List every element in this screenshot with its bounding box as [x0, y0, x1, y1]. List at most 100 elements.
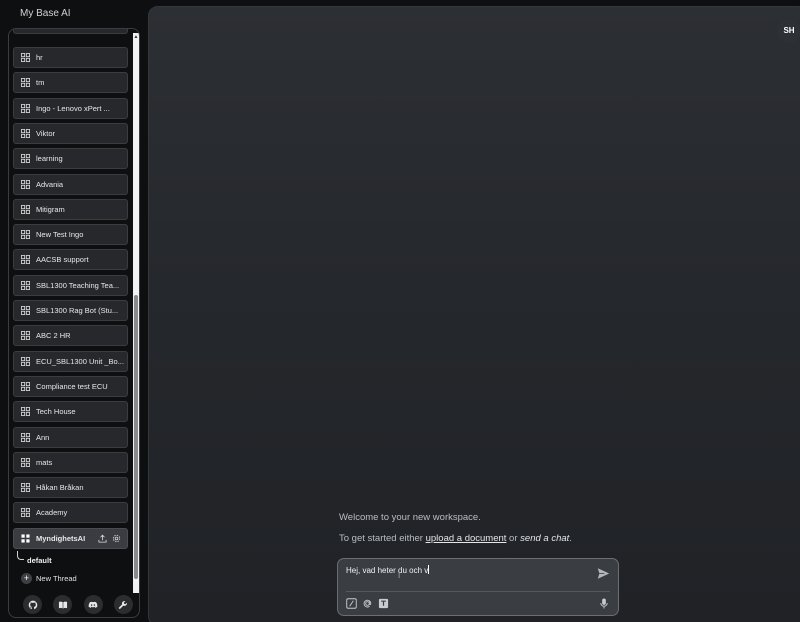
scroll-up-arrow-icon[interactable]: ▲ — [133, 33, 139, 41]
composer-divider — [346, 591, 610, 592]
workspace-label: Academy — [36, 508, 68, 518]
text-size-button[interactable] — [378, 598, 389, 609]
workspace-grid-icon — [21, 204, 30, 214]
workspace-item[interactable]: AACSB support — [13, 249, 128, 271]
workspace-item[interactable]: hr — [13, 47, 128, 68]
thread-item-default[interactable]: default — [27, 556, 52, 565]
workspace-item[interactable]: Viktor — [13, 122, 128, 144]
thread-branch-line — [17, 551, 24, 560]
sidebar-footer — [23, 595, 133, 614]
workspace-item-active[interactable]: MyndighetsAI — [13, 527, 128, 549]
workspace-label: Håkan Bråkan — [36, 483, 84, 493]
workspace-item[interactable]: learning — [13, 148, 128, 170]
workspace-item[interactable]: Compliance test ECU — [13, 375, 128, 397]
text-size-icon — [378, 598, 389, 609]
new-thread-label: New Thread — [36, 574, 77, 583]
plus-icon: + — [21, 573, 32, 584]
workspace-label: Compliance test ECU — [36, 381, 108, 391]
sidebar-scrollbar[interactable]: ▲ — [133, 33, 139, 593]
workspace-item[interactable]: ABC 2 HR — [13, 325, 128, 347]
workspace-grid-icon — [21, 78, 30, 88]
workspace-grid-icon — [21, 483, 30, 493]
workspace-label: mats — [36, 457, 53, 467]
get-started-message: To get started either upload a document … — [339, 533, 572, 544]
discord-button[interactable] — [83, 595, 103, 614]
workspace-grid-icon — [21, 356, 30, 366]
docs-button[interactable] — [53, 595, 73, 614]
at-mention-icon — [363, 599, 372, 608]
workspace-label: Advania — [36, 179, 64, 189]
workspace-grid-icon — [21, 128, 30, 138]
workspace-item[interactable]: Ann — [13, 426, 128, 448]
workspace-label: ECU_SBL1300 Unit _Bo... — [36, 356, 124, 366]
workspace-item[interactable]: Ingo - Lenovo xPert ... — [13, 97, 128, 119]
github-icon — [28, 600, 37, 609]
workspace-item[interactable]: Håkan Bråkan — [13, 477, 128, 499]
workspace-label: ABC 2 HR — [36, 331, 71, 341]
workspace-grid-icon — [21, 457, 30, 467]
prompt-input[interactable]: Hej, vad heter du och v — [346, 565, 430, 575]
upload-icon[interactable] — [98, 534, 107, 543]
send-icon[interactable] — [597, 567, 610, 580]
workspace-label: AACSB support — [36, 255, 89, 265]
workspace-grid-icon — [21, 179, 30, 189]
workspace-grid-icon — [21, 381, 30, 391]
workspace-label: SBL1300 Teaching Tea... — [36, 280, 120, 290]
workspace-item[interactable]: New Test Ingo — [13, 224, 128, 246]
period-text: . — [569, 533, 572, 544]
workspace-label: Tech House — [36, 407, 76, 417]
workspace-label: Viktor — [36, 128, 56, 138]
new-thread-button[interactable]: + New Thread — [21, 573, 77, 584]
workspace-item[interactable]: ECU_SBL1300 Unit _Bo... — [13, 350, 128, 372]
prompt-composer: Hej, vad heter du och v I — [337, 558, 619, 616]
discord-icon — [88, 601, 98, 608]
workspace-item[interactable]: SBL1300 Rag Bot (Stu... — [13, 300, 128, 321]
microphone-icon[interactable] — [599, 598, 609, 609]
at-mention-button[interactable] — [362, 598, 373, 609]
workspace-grid-icon — [21, 230, 30, 240]
workspace-item[interactable]: Advania — [13, 173, 128, 195]
workspace-grid-icon — [21, 407, 30, 417]
workspace-item[interactable]: mats — [13, 451, 128, 473]
or-text: or — [506, 533, 521, 544]
user-avatar[interactable]: SH — [777, 19, 800, 43]
workspace-label: Ann — [36, 432, 50, 442]
get-started-prefix: To get started either — [339, 533, 426, 544]
workspace-label: tm — [36, 78, 45, 88]
workspace-grid-icon — [21, 508, 30, 518]
workspace-grid-icon — [21, 306, 30, 315]
gear-icon[interactable] — [112, 534, 121, 543]
workspace-list: hr tm Ingo - Lenovo xPert ... Viktor learnin… — [13, 29, 129, 549]
workspace-item[interactable]: SBL1300 Teaching Tea... — [13, 274, 128, 296]
workspace-label: SBL1300 Rag Bot (Stu... — [36, 306, 119, 315]
mouse-ibeam-cursor-icon: I — [398, 571, 401, 580]
workspace-label: MyndighetsAI — [36, 533, 86, 543]
workspace-grid-icon — [21, 331, 30, 341]
upload-document-link[interactable]: upload a document — [426, 533, 507, 544]
workspace-item-partial[interactable] — [13, 29, 128, 34]
workspace-label: hr — [36, 53, 43, 62]
send-chat-text: send a chat — [520, 533, 570, 544]
book-icon — [58, 601, 67, 608]
sidebar: hr tm Ingo - Lenovo xPert ... Viktor learnin… — [8, 28, 140, 618]
chat-area: SH Welcome to your new workspace. To get… — [148, 6, 800, 622]
workspace-label: learning — [36, 154, 63, 164]
workspace-item[interactable]: Mitigram — [13, 198, 128, 220]
workspace-item[interactable]: tm — [13, 72, 128, 94]
workspace-label: Ingo - Lenovo xPert ... — [36, 103, 110, 113]
github-button[interactable] — [23, 595, 42, 614]
workspace-label: Mitigram — [36, 204, 65, 214]
app-title: My Base AI — [20, 8, 71, 19]
settings-button[interactable] — [113, 595, 133, 614]
slash-command-button[interactable] — [346, 598, 357, 609]
composer-tools — [346, 598, 389, 609]
workspace-item[interactable]: Tech House — [13, 401, 128, 423]
workspace-grid-icon — [21, 534, 30, 543]
text-caret — [428, 565, 430, 574]
workspace-grid-icon — [21, 103, 30, 113]
scroll-thumb[interactable] — [134, 295, 138, 579]
workspace-grid-icon — [21, 53, 30, 62]
workspace-actions — [98, 534, 121, 543]
welcome-message: Welcome to your new workspace. — [339, 512, 481, 523]
workspace-item[interactable]: Academy — [13, 502, 128, 524]
